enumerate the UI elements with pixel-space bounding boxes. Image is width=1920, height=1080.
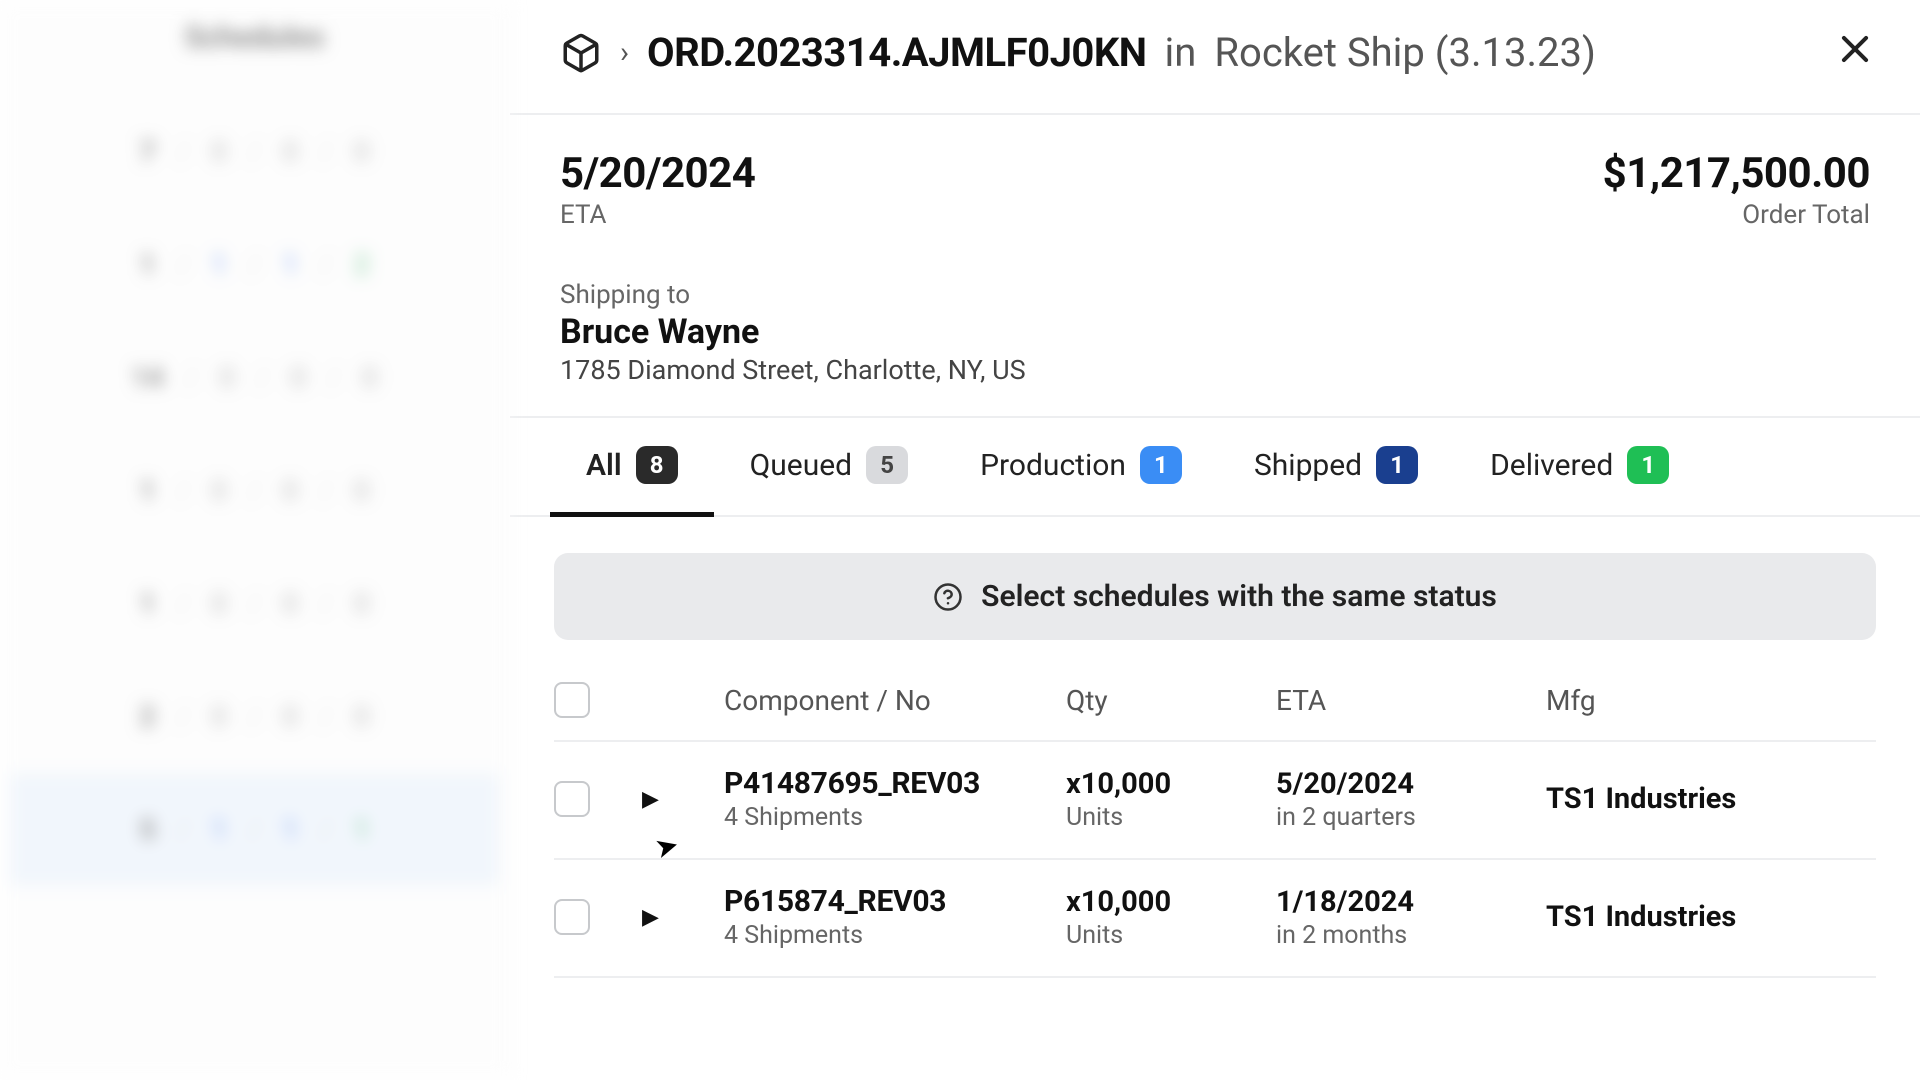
tab-count-badge: 1 <box>1627 446 1669 484</box>
manufacturer: TS1 Industries <box>1546 900 1876 934</box>
help-icon <box>933 582 963 612</box>
table-row[interactable]: ▶ P41487695_REV03 4 Shipments x10,000 Un… <box>554 742 1876 860</box>
breadcrumb: › ORD.2023314.AJMLF0J0KN in Rocket Ship … <box>510 0 1920 115</box>
eta-relative: in 2 quarters <box>1276 803 1536 832</box>
tab-label: Delivered <box>1490 448 1613 483</box>
package-icon[interactable] <box>560 32 602 74</box>
order-detail-panel: › ORD.2023314.AJMLF0J0KN in Rocket Ship … <box>510 0 1920 1080</box>
shipping-name: Bruce Wayne <box>560 312 1870 352</box>
order-total-label: Order Total <box>1603 200 1870 230</box>
col-eta: ETA <box>1276 684 1536 717</box>
manufacturer: TS1 Industries <box>1546 782 1876 816</box>
component-number: P615874_REV03 <box>724 884 1056 919</box>
project-link[interactable]: Rocket Ship (3.13.23) <box>1214 29 1596 76</box>
eta-date: 5/20/2024 <box>1276 767 1536 801</box>
tab-delivered[interactable]: Delivered 1 <box>1454 418 1705 517</box>
tab-label: All <box>586 448 622 483</box>
in-label: in <box>1165 29 1197 76</box>
sidebar-title: Schedules <box>30 20 479 55</box>
chevron-right-icon: › <box>620 35 629 70</box>
banner-text: Select schedules with the same status <box>981 579 1497 614</box>
tab-count-badge: 5 <box>866 446 908 484</box>
tab-all[interactable]: All 8 <box>550 418 714 517</box>
tab-label: Shipped <box>1254 448 1362 483</box>
col-mfg: Mfg <box>1546 684 1876 717</box>
qty-value: x10,000 <box>1066 767 1266 801</box>
tab-shipped[interactable]: Shipped 1 <box>1218 418 1454 517</box>
tab-count-badge: 1 <box>1376 446 1418 484</box>
eta-value: 5/20/2024 <box>560 149 755 198</box>
row-checkbox[interactable] <box>554 899 590 935</box>
tab-production[interactable]: Production 1 <box>944 418 1218 517</box>
eta-relative: in 2 months <box>1276 921 1536 950</box>
qty-unit: Units <box>1066 921 1266 950</box>
tab-label: Queued <box>750 448 852 483</box>
expand-row-button[interactable]: ▶ <box>634 787 714 812</box>
expand-row-button[interactable]: ▶ <box>634 905 714 930</box>
select-all-checkbox[interactable] <box>554 682 590 718</box>
qty-value: x10,000 <box>1066 885 1266 919</box>
shipping-address: 1785 Diamond Street, Charlotte, NY, US <box>560 354 1870 386</box>
tab-label: Production <box>980 448 1126 483</box>
shipping-block: Shipping to Bruce Wayne 1785 Diamond Str… <box>510 240 1920 416</box>
close-button[interactable] <box>1830 24 1880 81</box>
tab-count-badge: 8 <box>636 446 678 484</box>
shipment-count: 4 Shipments <box>724 921 1056 950</box>
col-component: Component / No <box>724 684 1056 717</box>
caret-right-icon: ▶ <box>642 787 659 812</box>
order-id[interactable]: ORD.2023314.AJMLF0J0KN <box>647 29 1147 76</box>
eta-date: 1/18/2024 <box>1276 885 1536 919</box>
component-number: P41487695_REV03 <box>724 766 1056 801</box>
qty-unit: Units <box>1066 803 1266 832</box>
order-summary: 5/20/2024 ETA $1,217,500.00 Order Total <box>510 115 1920 240</box>
selection-hint-banner: Select schedules with the same status <box>554 553 1876 640</box>
eta-label: ETA <box>560 200 755 230</box>
table-header: Component / No Qty ETA Mfg <box>554 660 1876 742</box>
status-tabs: All 8 Queued 5 Production 1 Shipped 1 De… <box>510 416 1920 517</box>
shipment-count: 4 Shipments <box>724 803 1056 832</box>
tab-count-badge: 1 <box>1140 446 1182 484</box>
row-checkbox[interactable] <box>554 781 590 817</box>
shipping-to-label: Shipping to <box>560 280 1870 310</box>
order-total-value: $1,217,500.00 <box>1603 149 1870 198</box>
background-sidebar: Schedules 7/0/0/0 1/1/1/2 14/0/0/0 1/0/0… <box>0 0 510 1080</box>
table-row[interactable]: ▶ P615874_REV03 4 Shipments x10,000 Unit… <box>554 860 1876 978</box>
tab-queued[interactable]: Queued 5 <box>714 418 944 517</box>
col-qty: Qty <box>1066 684 1266 717</box>
schedules-table: Component / No Qty ETA Mfg ▶ P41487695_R… <box>510 660 1920 978</box>
caret-right-icon: ▶ <box>642 905 659 930</box>
